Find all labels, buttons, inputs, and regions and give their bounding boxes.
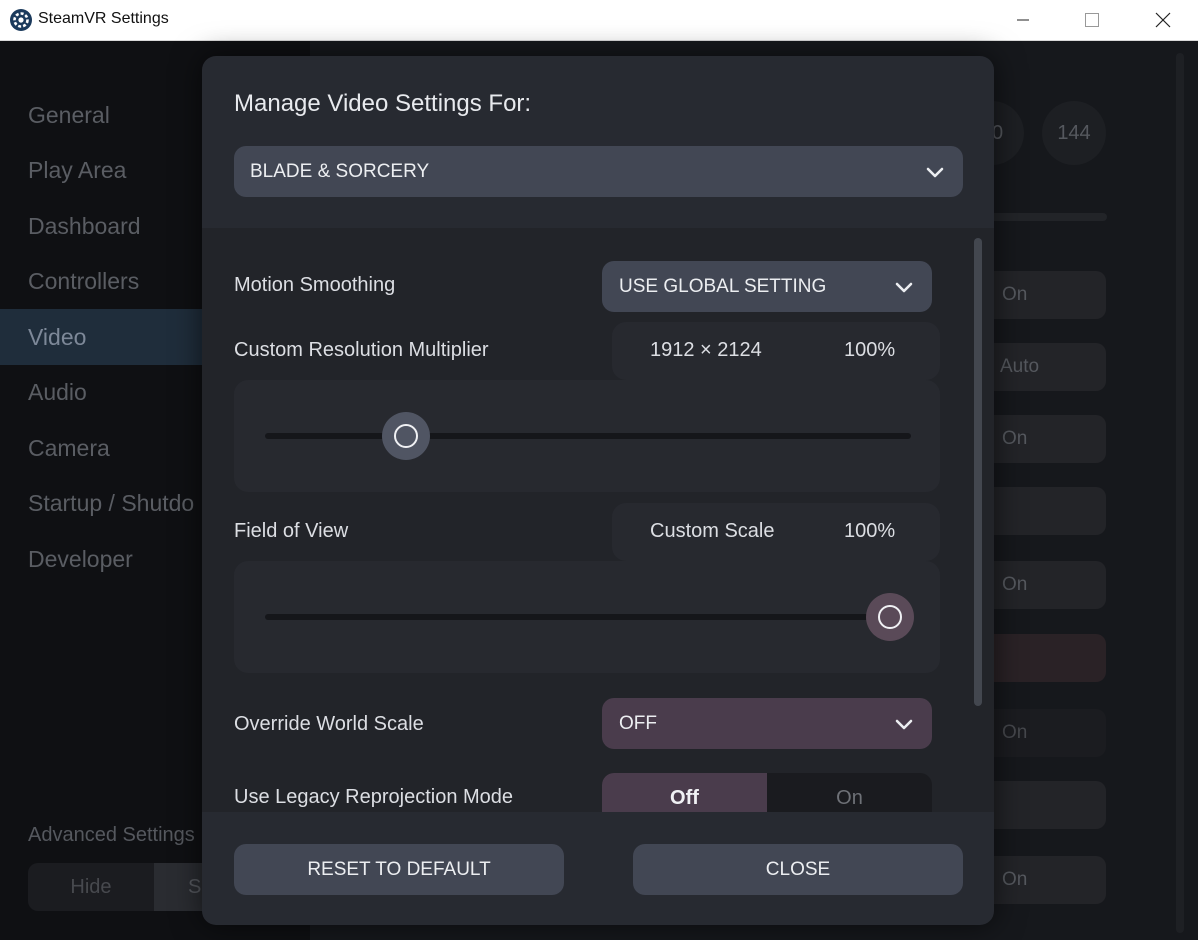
advanced-hide-option[interactable]: Hide [28, 863, 154, 911]
application-selector[interactable]: BLADE & SORCERY [234, 146, 963, 197]
dialog-title: Manage Video Settings For: [234, 90, 532, 117]
window-title: SteamVR Settings [38, 10, 169, 27]
fov-slider-track[interactable] [265, 614, 911, 620]
fov-mode: Custom Scale [650, 520, 775, 542]
motion-smoothing-value: USE GLOBAL SETTING [619, 276, 827, 297]
legacy-reprojection-label: Use Legacy Reprojection Mode [234, 786, 514, 808]
legacy-reprojection-on-option[interactable]: On [767, 773, 932, 812]
steamvr-gear-icon [10, 9, 32, 31]
resolution-multiplier-label: Custom Resolution Multiplier [234, 339, 489, 361]
background-scrollbar[interactable] [1176, 53, 1184, 933]
knob-ring-icon [878, 605, 902, 629]
window-title-bar: SteamVR Settings [0, 0, 1198, 41]
override-world-scale-label: Override World Scale [234, 713, 424, 735]
reset-to-default-button[interactable]: RESET TO DEFAULT [234, 844, 564, 895]
fov-slider-knob[interactable] [866, 593, 914, 641]
manage-video-settings-dialog: Manage Video Settings For: BLADE & SORCE… [202, 56, 994, 925]
refresh-rate-144-option[interactable]: 144 [1042, 101, 1106, 165]
fov-slider-box [234, 561, 940, 673]
field-of-view-label: Field of View [234, 520, 349, 542]
fov-percent: 100% [844, 520, 896, 542]
background-slider [990, 213, 1107, 221]
close-icon [1155, 12, 1171, 28]
close-button[interactable]: CLOSE [633, 844, 963, 895]
maximize-icon [1085, 13, 1099, 27]
resolution-dimensions: 1912 × 2124 [650, 339, 762, 361]
motion-smoothing-label: Motion Smoothing [234, 274, 396, 296]
application-selector-value: BLADE & SORCERY [250, 161, 430, 182]
knob-ring-icon [393, 424, 418, 448]
minimize-icon [1017, 19, 1029, 21]
advanced-settings-label: Advanced Settings [28, 824, 195, 846]
legacy-reprojection-off-option[interactable]: Off [602, 773, 767, 812]
settings-scroll-area: Motion Smoothing USE GLOBAL SETTING Cust… [202, 228, 994, 812]
chevron-down-icon [926, 167, 944, 178]
close-window-button[interactable] [1140, 0, 1186, 40]
resolution-percent: 100% [844, 339, 896, 361]
fov-value-box: Custom Scale 100% [612, 503, 940, 561]
override-world-scale-dropdown[interactable]: OFF [602, 698, 932, 749]
chevron-down-icon [895, 719, 913, 730]
legacy-reprojection-toggle[interactable]: Off On [602, 773, 932, 812]
resolution-value-box: 1912 × 2124 100% [612, 322, 940, 380]
motion-smoothing-dropdown[interactable]: USE GLOBAL SETTING [602, 261, 932, 312]
settings-scrollbar[interactable] [974, 238, 982, 706]
override-world-scale-value: OFF [619, 713, 657, 734]
resolution-slider-track[interactable] [265, 433, 911, 439]
resolution-slider-box [234, 380, 940, 492]
resolution-slider-knob[interactable] [381, 412, 430, 460]
chevron-down-icon [895, 282, 913, 293]
minimize-button[interactable] [1000, 0, 1046, 40]
maximize-button[interactable] [1069, 0, 1115, 40]
